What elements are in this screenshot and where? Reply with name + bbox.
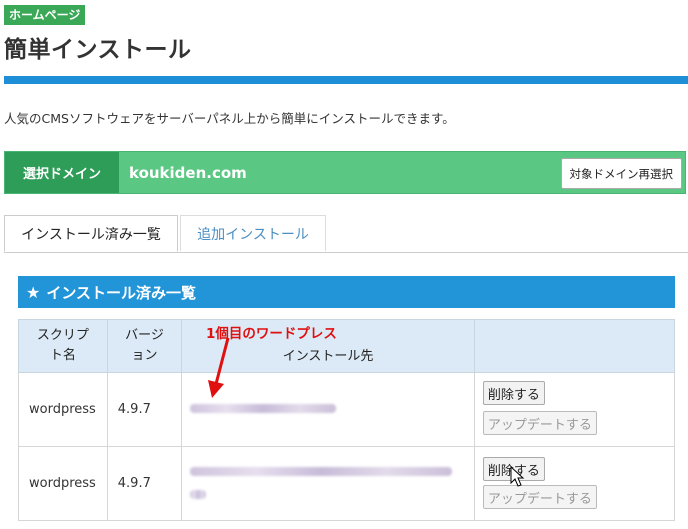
script-cell: wordpress	[18, 446, 108, 521]
version-cell: 4.9.7	[106, 372, 183, 447]
star-icon: ★	[26, 282, 41, 302]
table-row: wordpress 4.9.7 削除する アップデートする	[18, 372, 676, 447]
installed-panel: ★ インストール済み一覧	[18, 276, 675, 308]
blurred-install-path	[190, 466, 453, 476]
table-row: wordpress 4.9.7 削除する アップデートする	[18, 446, 676, 521]
selected-domain-bar: 選択ドメイン koukiden.com 対象ドメイン再選択	[4, 151, 686, 194]
version-cell: 4.9.7	[106, 446, 183, 521]
installed-table: スクリプト名 バージョン インストール先 wordpress 4.9.7 削除す…	[18, 319, 676, 521]
blurred-install-path	[190, 404, 337, 413]
delete-button[interactable]: 削除する	[482, 381, 545, 405]
annotation-arrow-icon	[208, 337, 230, 398]
action-cell: 削除する アップデートする	[473, 446, 676, 521]
update-button[interactable]: アップデートする	[482, 411, 597, 435]
title-divider	[4, 76, 688, 84]
update-button[interactable]: アップデートする	[482, 485, 597, 509]
tab-bar: インストール済み一覧 追加インストール	[4, 215, 688, 253]
reselect-domain-button[interactable]: 対象ドメイン再選択	[560, 158, 682, 189]
home-page-badge[interactable]: ホームページ	[4, 5, 86, 25]
selected-domain-value: koukiden.com	[129, 163, 247, 182]
tab-add-install[interactable]: 追加インストール	[180, 215, 326, 251]
blurred-install-path	[190, 489, 207, 499]
header-version: バージョン	[106, 319, 183, 373]
table-header-row: スクリプト名 バージョン インストール先	[18, 319, 676, 373]
panel-header: ★ インストール済み一覧	[18, 276, 675, 308]
panel-title: インストール済み一覧	[46, 283, 197, 302]
action-cell: 削除する アップデートする	[473, 372, 676, 447]
page-description: 人気のCMSソフトウェアをサーバーパネル上から簡単にインストールできます。	[4, 111, 455, 126]
header-script-name: スクリプト名	[18, 319, 108, 373]
tab-installed-list[interactable]: インストール済み一覧	[4, 215, 178, 252]
selected-domain-label: 選択ドメイン	[5, 152, 119, 193]
page-title: 簡単インストール	[4, 37, 192, 63]
header-actions	[473, 319, 676, 373]
install-path-cell	[181, 446, 475, 521]
mouse-cursor-icon	[510, 466, 525, 487]
script-cell: wordpress	[18, 372, 108, 447]
